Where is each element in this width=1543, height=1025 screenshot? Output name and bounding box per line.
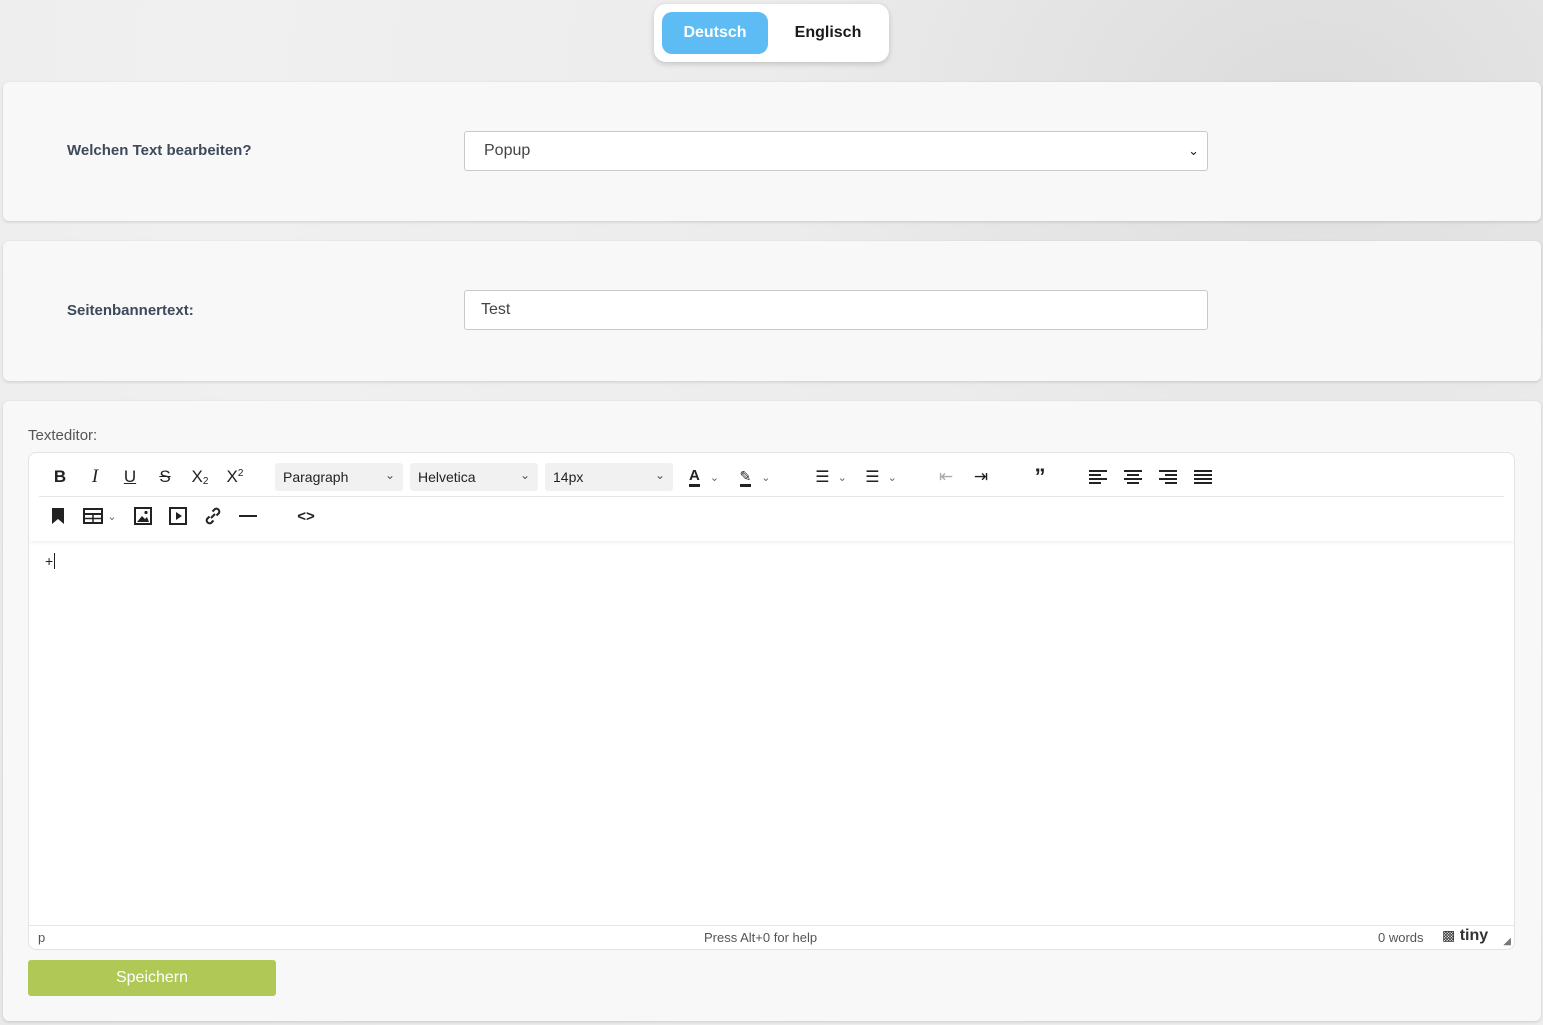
editor-card: Texteditor: B I U S X2 X2 Paragraph ⌄ He… <box>3 401 1541 1021</box>
bookmark-glyph <box>52 508 64 524</box>
bullet-list-icon: ☰ <box>815 469 830 486</box>
text-cursor <box>54 553 56 569</box>
numbered-list-button[interactable]: ☰ ⌄ <box>859 462 903 492</box>
block-format-value: Paragraph <box>283 469 349 485</box>
toolbar-row-1: B I U S X2 X2 Paragraph ⌄ Helvetica ⌄ 14… <box>39 453 1504 497</box>
editor-statusbar: p Press Alt+0 for help 0 words ▩ tiny ◢ <box>29 925 1514 949</box>
italic-icon[interactable]: I <box>84 462 106 492</box>
align-center-icon[interactable] <box>1122 462 1144 492</box>
indent-icon[interactable]: ⇥ <box>970 462 992 492</box>
word-count[interactable]: 0 words <box>1378 930 1424 945</box>
media-icon[interactable] <box>167 501 189 531</box>
numbered-list-icon: ☰ <box>865 469 880 486</box>
chevron-down-icon: ⌄ <box>654 468 665 482</box>
bold-icon[interactable]: B <box>49 462 71 492</box>
strikethrough-icon[interactable]: S <box>154 462 176 492</box>
chevron-down-icon: ⌄ <box>709 471 720 484</box>
tiny-logo-text: tiny <box>1459 927 1489 944</box>
align-justify-icon[interactable] <box>1192 462 1214 492</box>
banner-text-value: Test <box>481 301 511 318</box>
link-icon[interactable] <box>202 501 224 531</box>
resize-handle-icon[interactable]: ◢ <box>1503 936 1511 947</box>
align-right-glyph <box>1159 470 1177 484</box>
text-color-button[interactable]: A ⌄ <box>682 462 726 492</box>
help-hint: Press Alt+0 for help <box>704 930 818 945</box>
subscript-icon[interactable]: X2 <box>187 462 213 492</box>
media-glyph <box>169 507 187 525</box>
text-select-dropdown[interactable]: Popup ⌄ <box>464 131 1208 171</box>
editor-toolbar: B I U S X2 X2 Paragraph ⌄ Helvetica ⌄ 14… <box>29 453 1514 541</box>
font-family-select[interactable]: Helvetica ⌄ <box>410 463 538 491</box>
rich-text-editor: B I U S X2 X2 Paragraph ⌄ Helvetica ⌄ 14… <box>28 452 1515 950</box>
editor-label: Texteditor: <box>28 427 98 444</box>
text-color-icon: A <box>688 467 700 487</box>
link-glyph <box>205 507 221 525</box>
bullet-list-button[interactable]: ☰ ⌄ <box>809 462 853 492</box>
align-left-glyph <box>1089 470 1107 484</box>
chevron-down-icon: ⌄ <box>887 471 897 484</box>
underline-icon[interactable]: U <box>119 462 141 492</box>
table-icon <box>83 508 104 524</box>
chevron-down-icon: ⌄ <box>761 471 771 484</box>
outdent-icon[interactable]: ⇤ <box>935 462 957 492</box>
bookmark-icon[interactable] <box>47 501 69 531</box>
horizontal-rule-icon[interactable] <box>237 501 259 531</box>
text-select-label: Welchen Text bearbeiten? <box>67 142 252 159</box>
font-size-value: 14px <box>553 469 584 485</box>
image-icon[interactable] <box>132 501 154 531</box>
highlight-color-button[interactable]: ✎ ⌄ <box>733 462 777 492</box>
chevron-down-icon: ⌄ <box>837 471 847 484</box>
highlighter-icon: ✎ <box>739 468 752 487</box>
language-button-deutsch[interactable]: Deutsch <box>662 12 768 54</box>
font-family-value: Helvetica <box>418 469 476 485</box>
editor-content-area[interactable]: + <box>45 553 56 569</box>
chevron-down-icon: ⌄ <box>107 510 117 523</box>
chevron-down-icon: ⌄ <box>384 468 395 482</box>
horizontal-rule-glyph <box>239 515 257 517</box>
align-center-glyph <box>1124 470 1142 484</box>
font-size-select[interactable]: 14px ⌄ <box>545 463 673 491</box>
tiny-logo-icon: ▩ <box>1442 927 1456 943</box>
align-justify-glyph <box>1194 470 1212 484</box>
table-button[interactable]: ⌄ <box>81 501 119 531</box>
save-button[interactable]: Speichern <box>28 960 276 996</box>
align-left-icon[interactable] <box>1087 462 1109 492</box>
superscript-icon[interactable]: X2 <box>222 462 248 492</box>
image-glyph <box>134 507 152 525</box>
language-toggle: Deutsch Englisch <box>654 4 889 62</box>
text-select-value: Popup <box>484 142 531 159</box>
language-button-englisch[interactable]: Englisch <box>780 12 876 54</box>
chevron-down-icon: ⌄ <box>519 468 530 482</box>
text-select-card: Welchen Text bearbeiten? Popup ⌄ <box>3 82 1541 221</box>
align-right-icon[interactable] <box>1157 462 1179 492</box>
banner-text-input[interactable]: Test <box>464 290 1208 330</box>
chevron-down-icon: ⌄ <box>1188 143 1199 158</box>
tiny-logo[interactable]: ▩ tiny <box>1442 927 1488 945</box>
element-path[interactable]: p <box>38 930 45 945</box>
blockquote-icon[interactable]: ” <box>1029 462 1051 492</box>
source-code-icon[interactable]: <> <box>295 501 317 531</box>
banner-text-card: Seitenbannertext: Test <box>3 241 1541 381</box>
editor-content-text: + <box>45 553 54 569</box>
banner-text-label: Seitenbannertext: <box>67 302 194 319</box>
block-format-select[interactable]: Paragraph ⌄ <box>275 463 403 491</box>
